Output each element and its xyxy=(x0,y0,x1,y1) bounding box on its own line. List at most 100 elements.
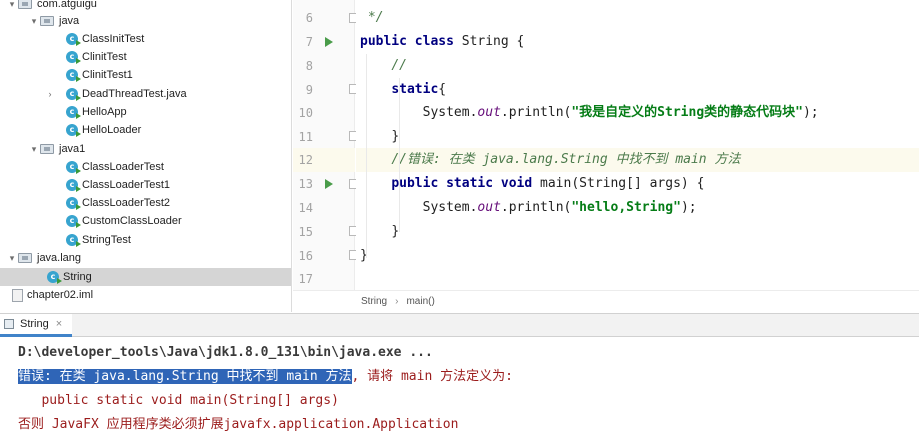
java-class-icon: c xyxy=(66,179,81,192)
tree-item-string[interactable]: c String xyxy=(0,268,291,286)
tree-item-java1[interactable]: ▾ java1 xyxy=(0,140,291,158)
tree-item-label: chapter02.iml xyxy=(27,289,94,301)
chevron-down-icon[interactable]: ▾ xyxy=(6,0,18,10)
tree-item-deadthreadtest[interactable]: › c DeadThreadTest.java xyxy=(0,85,291,103)
line-number: 8 xyxy=(305,59,313,73)
tree-item-customclassloader[interactable]: c CustomClassLoader xyxy=(0,212,291,230)
tree-item-label: java xyxy=(59,15,80,27)
code-text: String { xyxy=(461,34,525,49)
line-number: 12 xyxy=(298,153,313,167)
breadcrumb-item-class[interactable]: String xyxy=(361,296,387,307)
code-text: } xyxy=(391,224,400,239)
java-class-icon: c xyxy=(66,197,81,210)
code-line-13: public static void main(String[] args) { xyxy=(356,172,919,196)
code-line-10: System.out.println("我是自定义的String类的静态代码块"… xyxy=(356,101,919,125)
console-error-line: 错误: 在类 java.lang.String 中找不到 main 方法, 请将… xyxy=(18,365,513,389)
indent-guide xyxy=(399,78,400,232)
tree-item-classloadertest[interactable]: c ClassLoaderTest xyxy=(0,158,291,176)
tree-item-java-lang[interactable]: ▾ java.lang xyxy=(0,249,291,267)
java-class-icon: c xyxy=(66,33,81,46)
tree-item-java[interactable]: ▾ java xyxy=(0,12,291,30)
line-number: 14 xyxy=(298,201,313,215)
tree-item-label: StringTest xyxy=(82,234,131,246)
java-class-icon: c xyxy=(66,69,81,82)
run-gutter-icon[interactable] xyxy=(325,37,333,47)
run-console[interactable]: D:\developer_tools\Java\jdk1.8.0_131\bin… xyxy=(0,337,919,441)
console-javafx-line: 否则 JavaFX 应用程序类必须扩展javafx.application.Ap… xyxy=(18,417,459,432)
console-signature-line: public static void main(String[] args) xyxy=(18,393,339,408)
tree-item-clinittest[interactable]: c ClinitTest xyxy=(0,48,291,66)
code-line-8: // xyxy=(356,54,919,78)
tree-item-helloloader[interactable]: c HelloLoader xyxy=(0,121,291,139)
tree-item-classinittest[interactable]: c ClassInitTest xyxy=(0,30,291,48)
code-line-9: static{ xyxy=(356,78,919,102)
run-tab[interactable]: String × xyxy=(0,314,73,337)
comment: // xyxy=(391,58,407,73)
code-text: ); xyxy=(680,200,697,215)
folder-icon xyxy=(40,16,54,26)
folder-icon xyxy=(40,144,54,154)
run-gutter-icon[interactable] xyxy=(325,179,333,189)
code-text: System. xyxy=(422,105,478,120)
breadcrumb: String › main() xyxy=(293,290,919,312)
tree-item-label: ClinitTest xyxy=(82,51,127,63)
tree-item-label: ClassLoaderTest xyxy=(82,161,164,173)
line-number: 13 xyxy=(298,177,313,191)
breadcrumb-item-method[interactable]: main() xyxy=(406,296,434,307)
code-line-16: } xyxy=(356,244,919,268)
line-number: 15 xyxy=(298,225,313,239)
static-field: out xyxy=(477,105,501,120)
line-number: 16 xyxy=(298,249,313,263)
chevron-down-icon[interactable]: ▾ xyxy=(6,253,18,264)
code-text: System. xyxy=(422,200,478,215)
code-text: ); xyxy=(802,105,819,120)
line-number: 10 xyxy=(298,106,313,120)
comment: //错误: 在类 java.lang.String 中找不到 main 方法 xyxy=(391,152,741,167)
tree-item-label: ClassLoaderTest2 xyxy=(82,197,171,209)
string-literal: "我是自定义的String类的静态代码块" xyxy=(571,105,803,120)
tree-item-classloadertest1[interactable]: c ClassLoaderTest1 xyxy=(0,176,291,194)
tree-item-label: HelloLoader xyxy=(82,124,142,136)
code-line-12: //错误: 在类 java.lang.String 中找不到 main 方法 xyxy=(356,148,919,172)
java-class-icon: c xyxy=(66,234,81,247)
chevron-right-icon[interactable]: › xyxy=(44,89,56,99)
module-file-icon xyxy=(12,288,23,302)
line-number: 17 xyxy=(298,272,313,286)
run-config-icon xyxy=(4,319,14,329)
keyword: public class xyxy=(360,34,462,49)
tree-item-label: ClassInitTest xyxy=(82,33,145,45)
code-line-14: System.out.println("hello,String"); xyxy=(356,196,919,220)
code-editor[interactable]: */ public class String { // static{ Syst… xyxy=(356,0,919,290)
java-class-icon: c xyxy=(66,124,81,137)
tree-item-label: java.lang xyxy=(37,252,82,264)
line-number: 9 xyxy=(305,83,313,97)
tree-item-label: CustomClassLoader xyxy=(82,215,182,227)
tree-item-label: com.atguigu xyxy=(37,0,97,10)
tree-item-chapter02-iml[interactable]: chapter02.iml xyxy=(0,286,291,304)
tree-item-label: ClassLoaderTest1 xyxy=(82,179,171,191)
tree-item-stringtest[interactable]: c StringTest xyxy=(0,231,291,249)
comment: */ xyxy=(360,10,384,25)
line-number: 6 xyxy=(305,11,313,25)
tree-item-clinittest1[interactable]: c ClinitTest1 xyxy=(0,66,291,84)
run-tab-label: String xyxy=(20,318,49,330)
code-text: .println( xyxy=(500,105,572,120)
tree-item-label: HelloApp xyxy=(82,106,127,118)
close-icon[interactable]: × xyxy=(56,318,62,330)
folder-icon xyxy=(18,0,32,9)
selected-text: 错误: 在类 java.lang.String 中找不到 main 方法 xyxy=(18,369,352,384)
static-field: out xyxy=(477,200,501,215)
tree-item-label: ClinitTest1 xyxy=(82,69,133,81)
tree-item-classloadertest2[interactable]: c ClassLoaderTest2 xyxy=(0,194,291,212)
run-tool-window-header: String × xyxy=(0,313,919,337)
breadcrumb-separator: › xyxy=(395,296,399,307)
java-class-icon: c xyxy=(66,51,81,64)
keyword: public static void xyxy=(391,176,541,191)
chevron-down-icon[interactable]: ▾ xyxy=(28,144,40,155)
console-command-line: D:\developer_tools\Java\jdk1.8.0_131\bin… xyxy=(18,345,433,360)
chevron-down-icon[interactable]: ▾ xyxy=(28,16,40,27)
code-text: main(String[] args) { xyxy=(540,176,705,191)
java-class-icon: c xyxy=(66,161,81,174)
tree-item-helloapp[interactable]: c HelloApp xyxy=(0,103,291,121)
